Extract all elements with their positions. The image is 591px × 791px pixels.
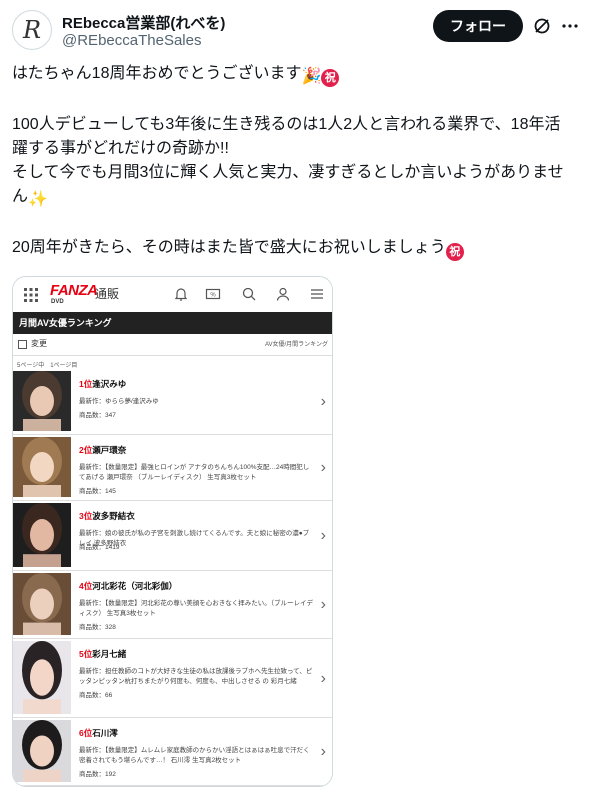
iwai-icon: 祝 [321,69,340,87]
ranking-section-title: 月間AV女優ランキング [13,312,332,334]
rank-label: 2位 [79,445,93,455]
tweet-line-3: そして今でも月間3位に輝く人気と実力、凄すぎるとしか言いようがありません✨ [12,161,572,212]
iwai-icon: 祝 [445,243,464,261]
latest-work: 最新作：【数量限定】ムレムレ家庭教師のからかい淫語とはぁはぁ吐息で汗だく密着され… [79,747,310,764]
actress-name-text: 河北彩花（河北彩伽） [92,581,178,591]
bell-icon[interactable] [173,286,189,302]
sparkles-icon: ✨ [28,191,48,208]
product-count: 商品数：192 [79,771,116,778]
user-icon[interactable] [275,286,291,302]
hamburger-menu-icon[interactable] [309,286,325,302]
chevron-right-icon[interactable]: › [321,459,326,477]
actress-name[interactable]: 3位波多野結衣 [79,510,135,522]
product-count: 商品数：347 [79,412,116,419]
rank-label: 4位 [79,581,93,591]
actress-name[interactable]: 4位河北彩花（河北彩伽） [79,580,177,592]
ranking-row[interactable]: 4位河北彩花（河北彩伽） 最新作：【数量限定】河北彩花の尊い美顔を心おきなく拝みた… [13,573,332,639]
actress-photo[interactable] [13,573,71,635]
actress-photo[interactable] [13,503,71,567]
avatar-letter: R [22,16,42,44]
rank-label: 6位 [79,728,93,738]
filter-label[interactable]: 変更 [31,338,47,349]
author-avatar[interactable]: R [12,10,52,50]
rank-label: 3位 [79,511,93,521]
product-count: 商品数：1419 [79,544,120,551]
latest-work: 最新作：【数量限定】最強ヒロインが アナタのちんちん100%支配…24時間犯して… [79,464,310,481]
actress-name-text: 逢沢みゆ [92,379,127,389]
chevron-right-icon[interactable]: › [321,527,326,545]
actress-name[interactable]: 1位逢沢みゆ [79,378,126,390]
follow-button[interactable]: フォロー [433,10,523,42]
actress-name[interactable]: 5位彩月七緒 [79,648,126,660]
chevron-right-icon[interactable]: › [321,393,326,411]
rank-label: 1位 [79,379,93,389]
actress-name-text: 彩月七緒 [92,649,127,659]
tweet-header: R REbecca営業部(れべを) @REbeccaTheSales フォロー [12,8,579,56]
breadcrumb[interactable]: AV女優/月間ランキング [265,339,328,348]
tweet-line-1: はたちゃん18周年おめでとうございます🎉 祝 [12,62,572,89]
ranking-row[interactable]: 5位彩月七緒最新作：担任教師のコトが大好きな生徒の私は放課後ラブホへ先生拉致って… [13,641,332,718]
ranking-row[interactable]: 1位逢沢みゆ最新作：ゆらら夢/逢沢みゆ 商品数：347 › [13,371,332,435]
latest-work: 最新作：担任教師のコトが大好きな生徒の私は放課後ラブホへ先生拉致って、ピッタンピ… [79,668,313,685]
fanza-top-bar: FANZA DVD 通販 % [13,277,332,312]
chevron-right-icon[interactable]: › [321,670,326,688]
latest-work: 最新作：【数量限定】河北彩花の尊い美顔を心おきなく拝みたい。（ブルーレイディスク… [79,600,313,617]
ranking-row[interactable]: 6位石川澪最新作：【数量限定】ムレムレ家庭教師のからかい淫語とはぁはぁ吐息で汗だ… [13,720,332,786]
tweet-line-4: 20周年がきたら、その時はまた皆で盛大にお祝いしましょう祝 [12,236,572,261]
svg-text:%: % [210,293,216,299]
page-info: 5ページ中 1ページ目 [17,363,78,369]
chevron-right-icon[interactable]: › [321,596,326,614]
actress-name[interactable]: 6位石川澪 [79,727,118,739]
points-icon[interactable]: % [205,286,221,302]
party-popper-icon: 🎉 [301,68,322,85]
author-display-name[interactable]: REbecca営業部(れべを) [62,12,225,33]
actress-name-text: 石川澪 [92,728,118,738]
product-count: 商品数：66 [79,692,113,699]
fanza-logo-sub: DVD [51,299,64,305]
actress-photo[interactable] [13,437,71,497]
grok-icon[interactable] [532,16,552,36]
actress-name[interactable]: 2位瀬戸環奈 [79,444,126,456]
filter-bar: 変更 AV女優/月間ランキング [13,334,332,356]
more-options-icon[interactable] [560,16,580,36]
tweet-text: はたちゃん18周年おめでとうございます🎉 祝 100人デビューしても3年後に生き残… [12,62,572,261]
tweet-line-2: 100人デビューしても3年後に生き残るのは1人2人と言われる業界で、18年活躍す… [12,116,561,157]
ranking-row[interactable]: 3位波多野結衣 最新作：娘の彼氏が私の子宮を刺激し続けてくるんです。夫と娘に秘密の… [13,503,332,571]
author-handle[interactable]: @REbeccaTheSales [62,32,201,49]
fanza-logo[interactable]: FANZA [50,282,98,299]
filter-checkbox[interactable] [18,340,27,349]
fanza-shop-label: 通販 [95,287,120,301]
rank-label: 5位 [79,649,93,659]
product-count: 商品数：145 [79,488,116,495]
ranking-row[interactable]: 2位瀬戸環奈最新作：【数量限定】最強ヒロインが アナタのちんちん100%支配…2… [13,437,332,501]
actress-name-text: 瀬戸環奈 [92,445,127,455]
product-count: 商品数：328 [79,624,116,631]
chevron-right-icon[interactable]: › [321,743,326,761]
attached-image[interactable]: FANZA DVD 通販 % 月間AV女優ランキング 変更 AV女優/月間ランキ… [12,276,333,787]
grid-menu-icon[interactable] [24,288,38,302]
actress-photo[interactable] [13,641,71,714]
latest-work: 最新作：ゆらら夢/逢沢みゆ [79,398,159,405]
search-icon[interactable] [241,286,257,302]
actress-photo[interactable] [13,720,71,782]
actress-photo[interactable] [13,371,71,431]
actress-name-text: 波多野結衣 [92,511,135,521]
